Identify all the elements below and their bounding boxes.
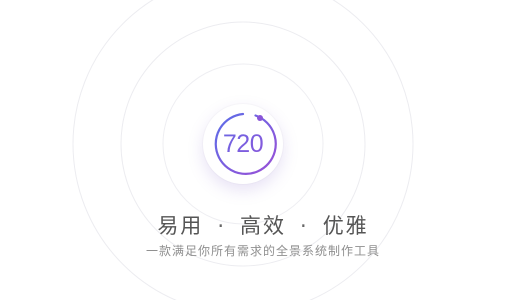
headline-separator: · [300,214,309,238]
tagline: 一款满足你所有需求的全景系统制作工具 [145,244,380,258]
headline-separator: · [217,214,226,238]
headline: 易用 · 高效 · 优雅 [0,210,526,240]
splash-screen: 720 易用 · 高效 · 优雅 一款满足你所有需求的全景系统制作工具 [0,0,526,300]
headline-elegant: 优雅 [322,214,369,238]
headline-easy: 易用 [157,214,204,238]
logo-text: 720 [203,104,283,184]
logo-badge: 720 [203,104,283,184]
headline-efficient: 高效 [240,214,286,238]
